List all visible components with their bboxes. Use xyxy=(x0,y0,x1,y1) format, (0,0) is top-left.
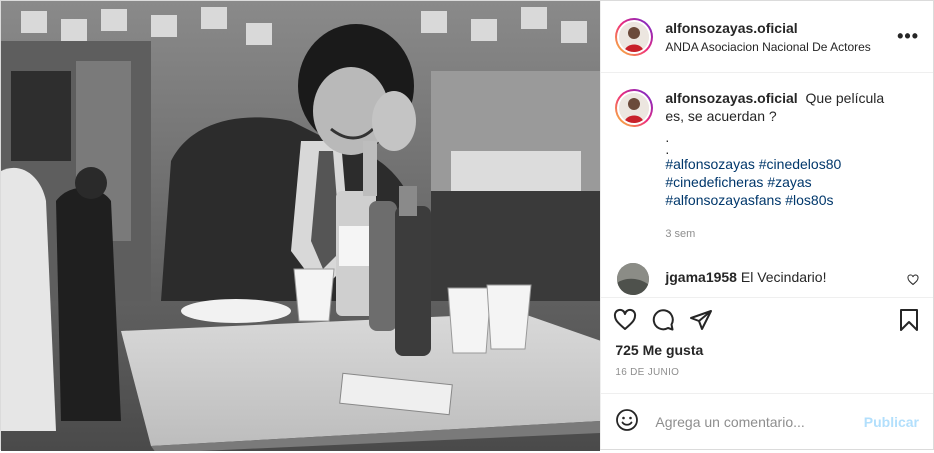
photo-illustration xyxy=(1,1,601,451)
header-text: alfonsozayas.oficial ANDA Asociacion Nac… xyxy=(665,20,870,54)
author-username[interactable]: alfonsozayas.oficial xyxy=(665,20,870,36)
commenter-avatar[interactable] xyxy=(617,263,650,295)
profile-photo-icon xyxy=(619,93,650,123)
hashtag-link[interactable]: #cinedelos80 xyxy=(759,156,842,172)
profile-photo-icon xyxy=(619,21,650,52)
like-comment-heart-icon[interactable] xyxy=(907,273,919,289)
publish-button[interactable]: Publicar xyxy=(864,414,919,430)
commenter-username[interactable]: jgama1958 xyxy=(665,269,737,285)
likes-count[interactable]: 725 Me gusta xyxy=(601,341,933,361)
more-options-icon[interactable]: ••• xyxy=(897,27,919,45)
paper-plane-icon[interactable] xyxy=(689,308,713,332)
bookmark-icon[interactable] xyxy=(897,308,921,335)
heart-icon[interactable] xyxy=(613,308,637,332)
author-avatar[interactable] xyxy=(615,17,654,56)
hashtag-link[interactable]: #los80s xyxy=(785,192,833,208)
caption: alfonsozayas.oficial Que película es, se… xyxy=(615,89,919,243)
post-location[interactable]: ANDA Asociacion Nacional De Actores xyxy=(665,40,870,54)
profile-photo-icon xyxy=(617,263,650,295)
caption-time-ago[interactable]: 3 sem xyxy=(665,225,905,243)
smiley-icon[interactable] xyxy=(615,408,639,435)
caption-author-avatar[interactable] xyxy=(615,89,654,127)
comment-item: jgama1958 El Vecindario! xyxy=(615,263,919,295)
post-sidebar: alfonsozayas.oficial ANDA Asociacion Nac… xyxy=(600,1,933,449)
caption-username[interactable]: alfonsozayas.oficial xyxy=(665,90,797,106)
hashtag-link[interactable]: #alfonsozayas xyxy=(665,156,755,172)
hashtag-link[interactable]: #zayas xyxy=(767,174,811,190)
post-header: alfonsozayas.oficial ANDA Asociacion Nac… xyxy=(601,1,933,73)
caption-dot: . xyxy=(665,141,670,157)
hashtag-link[interactable]: #alfonsozayasfans xyxy=(665,192,781,208)
post-photo[interactable] xyxy=(1,1,601,451)
comments-section: alfonsozayas.oficial Que película es, se… xyxy=(601,73,933,297)
caption-dot: . xyxy=(665,129,670,145)
comment-input[interactable] xyxy=(655,413,864,430)
hashtags: #alfonsozayas #cinedelos80 #cinedeficher… xyxy=(665,155,905,209)
post-date[interactable]: 16 DE JUNIO xyxy=(601,367,933,385)
add-comment-bar: Publicar xyxy=(601,393,933,449)
comment-text: El Vecindario! xyxy=(740,269,827,285)
hashtag-link[interactable]: #cinedeficheras xyxy=(665,174,763,190)
instagram-post: alfonsozayas.oficial ANDA Asociacion Nac… xyxy=(0,0,934,451)
post-actions xyxy=(601,297,933,341)
comment-icon[interactable] xyxy=(651,308,675,332)
